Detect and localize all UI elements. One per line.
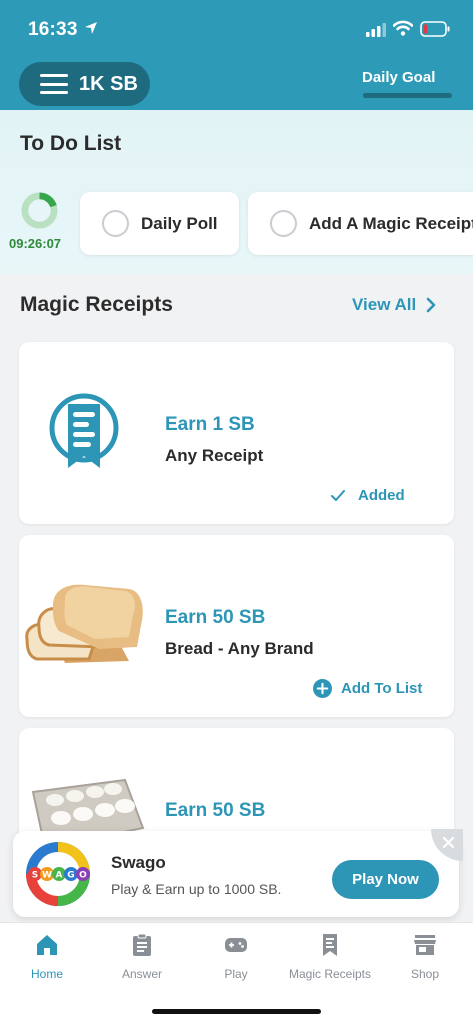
todo-item-label: Add A Magic Receipt: [309, 213, 473, 233]
nav-play[interactable]: Play: [191, 933, 281, 981]
receipt-icon: [323, 934, 337, 956]
offer-earn: Earn 1 SB: [165, 414, 255, 435]
cellular-signal-icon: [366, 23, 386, 37]
clipboard-icon: [133, 933, 151, 956]
todo-item-add-magic-receipt[interactable]: Add A Magic Receipt: [248, 192, 473, 255]
swago-logo: S W A G O: [26, 842, 90, 906]
menu-balance-button[interactable]: 1K SB: [19, 62, 150, 106]
todo-item-label: Daily Poll: [141, 213, 218, 233]
todo-title: To Do List: [20, 132, 122, 155]
todo-timer: 09:26:07: [9, 236, 62, 251]
magic-receipts-title: Magic Receipts: [20, 293, 173, 316]
status-time: 16:33: [28, 19, 78, 40]
nav-label: Home: [30, 967, 63, 981]
offer-action-label: Add To List: [341, 680, 423, 697]
view-all-label: View All: [352, 295, 417, 314]
svg-text:S: S: [32, 871, 38, 881]
offer-earn: Earn 50 SB: [165, 800, 266, 821]
timer-progress-ring: [21, 192, 58, 229]
location-arrow-icon: [85, 22, 97, 34]
offer-action-label: Added: [358, 487, 405, 504]
offer-card-any-receipt[interactable]: Earn 1 SB Any Receipt Added: [19, 342, 454, 524]
app-header: 16:33 1K SB Daily Goal: [0, 0, 473, 110]
offer-description: Any Receipt: [165, 446, 264, 465]
bread-image: [25, 584, 143, 663]
svg-text:G: G: [67, 871, 74, 881]
home-icon: [37, 935, 57, 955]
status-bar: 16:33: [0, 0, 473, 56]
checkmark-icon: [331, 489, 345, 501]
nav-home[interactable]: Home: [2, 933, 92, 981]
receipt-badge-icon: [49, 393, 119, 468]
offer-earn: Earn 50 SB: [165, 607, 266, 628]
tab-active-indicator: [363, 93, 452, 98]
nav-magic-receipts[interactable]: Magic Receipts: [285, 933, 375, 981]
todo-item-daily-poll[interactable]: Daily Poll: [80, 192, 239, 255]
ad-subtitle: Play & Earn up to 1000 SB.: [111, 881, 282, 897]
add-to-list-button[interactable]: Add To List: [313, 679, 422, 698]
hamburger-menu-icon[interactable]: [40, 74, 68, 94]
svg-text:A: A: [56, 871, 63, 881]
wifi-icon: [393, 20, 413, 36]
todo-checkbox[interactable]: [102, 210, 129, 237]
nav-label: Play: [224, 967, 248, 981]
close-icon[interactable]: [431, 829, 463, 861]
chevron-right-icon: [426, 297, 436, 313]
nav-shop[interactable]: Shop: [380, 933, 470, 981]
sb-balance: 1K SB: [79, 72, 138, 95]
nav-label: Shop: [410, 967, 440, 981]
swago-ad-banner[interactable]: S W A G O Swago Play & Earn up to 1000 S…: [13, 829, 463, 917]
svg-text:W: W: [42, 871, 52, 881]
tab-daily-goal[interactable]: Daily Goal: [362, 69, 435, 86]
plus-circle-icon: [313, 679, 332, 698]
todo-checkbox[interactable]: [270, 210, 297, 237]
offer-added-status: Added: [331, 487, 405, 504]
gamepad-icon: [225, 938, 247, 952]
nav-label: Answer: [121, 967, 162, 981]
battery-icon: [420, 21, 450, 37]
offer-card-bread[interactable]: Earn 50 SB Bread - Any Brand Add To List: [19, 535, 454, 717]
offer-description: Bread - Any Brand: [165, 639, 314, 658]
ad-title: Swago: [111, 853, 166, 872]
view-all-link[interactable]: View All: [352, 295, 437, 315]
svg-text:O: O: [79, 871, 87, 881]
nav-label: Magic Receipts: [288, 967, 372, 981]
store-icon: [414, 935, 436, 955]
home-indicator: [152, 1009, 321, 1014]
play-now-button[interactable]: Play Now: [332, 860, 439, 899]
offer-card-eggs[interactable]: Earn 50 SB: [19, 728, 454, 848]
nav-answer[interactable]: Answer: [97, 933, 187, 981]
